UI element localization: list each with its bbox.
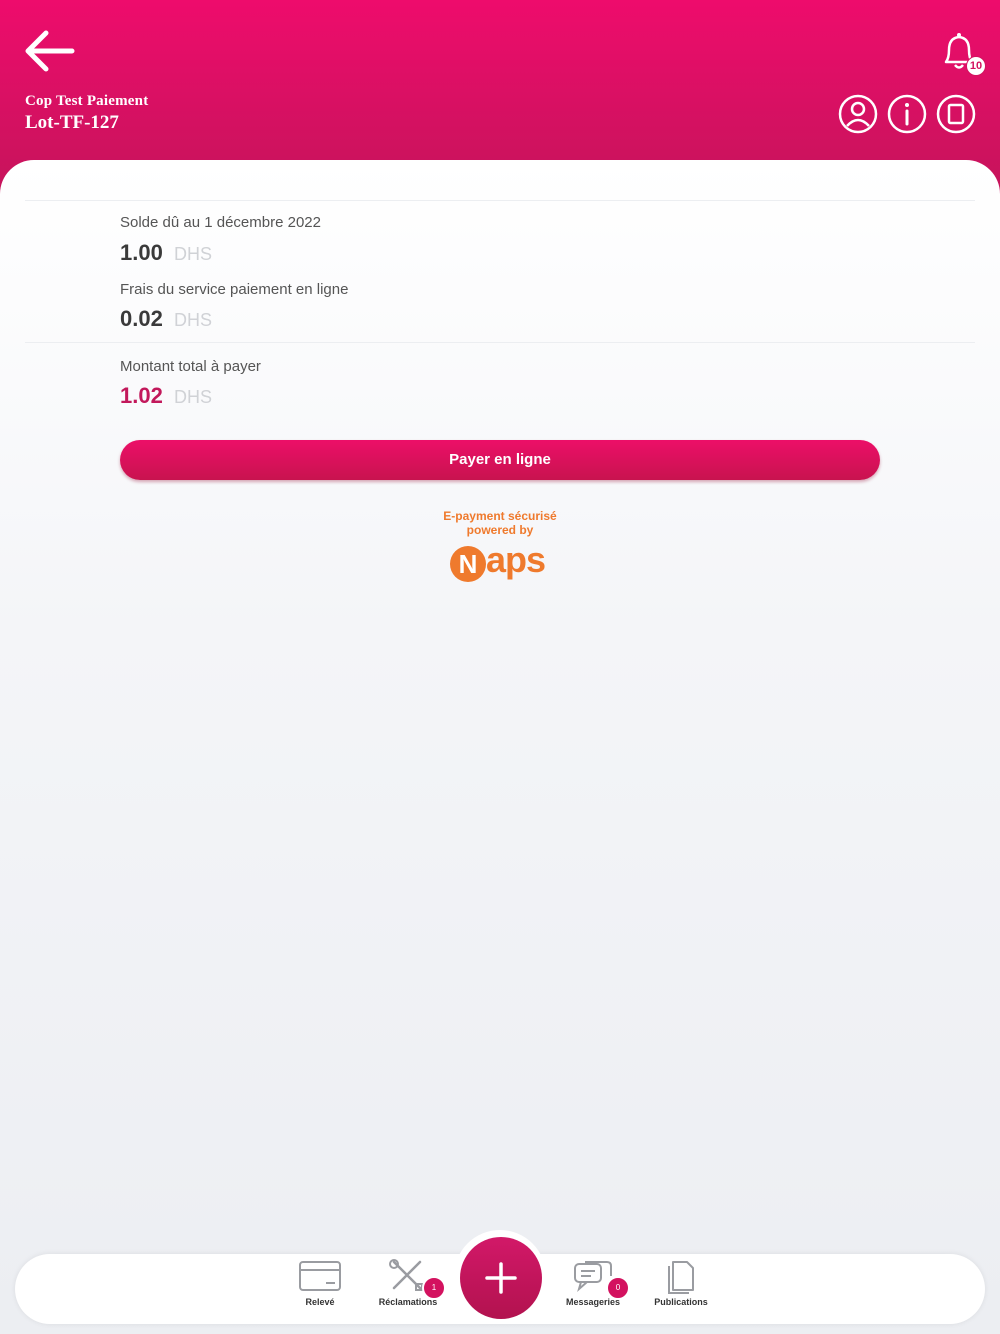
pay-online-button[interactable]: Payer en ligne <box>120 440 880 480</box>
reclamations-badge: 1 <box>422 1276 446 1300</box>
organization-name: Cop Test Paiement <box>25 93 149 109</box>
documents-icon <box>668 1261 694 1294</box>
balance-currency: DHS <box>174 244 213 264</box>
naps-logo: N aps <box>448 539 552 587</box>
powered-by-text: powered by <box>466 523 534 537</box>
messageries-badge: 0 <box>606 1276 630 1300</box>
info-icon <box>887 94 927 134</box>
fee-currency: DHS <box>174 310 213 330</box>
nav-item-reclamations[interactable]: Réclamations 1 <box>370 1258 446 1320</box>
add-button[interactable] <box>460 1237 542 1319</box>
card-icon <box>299 1261 341 1291</box>
payment-card <box>0 160 1000 1334</box>
nav-item-publications[interactable]: Publications <box>648 1258 714 1320</box>
profile-button[interactable] <box>838 94 878 134</box>
divider-top <box>25 200 975 201</box>
total-currency: DHS <box>174 387 213 407</box>
balance-label: Solde dû au 1 décembre 2022 <box>120 214 321 231</box>
secure-payment-text: E-payment sécurisé <box>443 509 557 523</box>
fee-amount: 0.02 <box>120 306 163 331</box>
nav-item-releve[interactable]: Relevé <box>290 1258 350 1320</box>
nav-label-publications: Publications <box>654 1297 708 1307</box>
divider-middle <box>25 342 975 343</box>
document-icon <box>936 94 976 134</box>
notification-count-badge: 10 <box>966 56 986 76</box>
lot-identifier: Lot-TF-127 <box>25 112 119 133</box>
nav-label-releve: Relevé <box>305 1297 335 1307</box>
total-amount: 1.02 <box>120 383 163 408</box>
fee-label: Frais du service paiement en ligne <box>120 281 349 298</box>
naps-logo-initial: N <box>450 546 486 582</box>
documents-button[interactable] <box>936 94 976 134</box>
back-button[interactable] <box>20 24 78 78</box>
total-label: Montant total à payer <box>120 358 261 375</box>
info-button[interactable] <box>887 94 927 134</box>
nav-item-messageries[interactable]: Messageries 0 <box>558 1258 630 1320</box>
naps-logo-text: aps <box>486 539 546 580</box>
plus-icon <box>485 1262 517 1294</box>
balance-amount: 1.00 <box>120 240 163 265</box>
arrow-left-icon <box>25 30 75 72</box>
user-icon <box>838 94 878 134</box>
